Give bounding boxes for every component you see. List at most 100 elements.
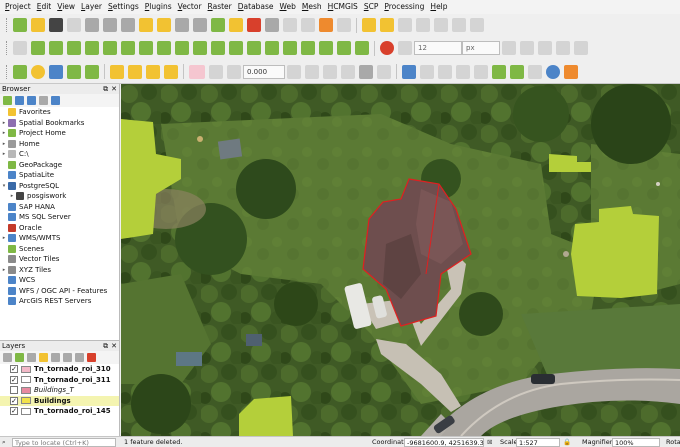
- label-rotate-icon[interactable]: [434, 18, 448, 32]
- layer-symbol-swatch[interactable]: [21, 397, 31, 405]
- scp-t2-icon[interactable]: [377, 64, 391, 79]
- add-vector-icon[interactable]: [31, 41, 45, 55]
- python-console-icon[interactable]: [13, 41, 27, 55]
- add-wms-icon[interactable]: [139, 41, 153, 55]
- snapping-options-icon[interactable]: [502, 41, 516, 55]
- select-feature-icon[interactable]: [103, 18, 117, 32]
- menu-project[interactable]: Project: [2, 0, 34, 14]
- paste-features-icon[interactable]: [301, 18, 315, 32]
- layer-row[interactable]: ✓ Buildings: [0, 395, 119, 406]
- scp-f-icon[interactable]: [341, 64, 355, 79]
- expand-all-icon[interactable]: [63, 353, 72, 362]
- layer-row[interactable]: ✓ Tn_tornado_roi_311: [0, 375, 119, 386]
- toolbar-handle[interactable]: [6, 41, 9, 55]
- float-panel-icon[interactable]: ⧉: [103, 84, 108, 94]
- browser-item[interactable]: WCS: [0, 275, 119, 286]
- collapse-all-icon[interactable]: [39, 96, 48, 105]
- expand-arrow-icon[interactable]: ▸: [0, 128, 8, 139]
- browser-item[interactable]: ▸ Project Home: [0, 128, 119, 139]
- remove-layer-icon[interactable]: [87, 353, 96, 362]
- add-xyz-icon[interactable]: [193, 41, 207, 55]
- menu-scp[interactable]: SCP: [361, 0, 382, 14]
- pan-icon[interactable]: [67, 64, 81, 79]
- add-postgis-icon[interactable]: [121, 41, 135, 55]
- zoom-out-icon[interactable]: [49, 64, 63, 79]
- zoom-in-icon[interactable]: [31, 64, 45, 79]
- edit-pencil-icon[interactable]: [139, 18, 153, 32]
- add-virtual-layer-icon[interactable]: [211, 41, 225, 55]
- advanced-digitizing-icon[interactable]: [574, 41, 588, 55]
- tracing-icon[interactable]: [520, 41, 534, 55]
- label-show-icon[interactable]: [398, 18, 412, 32]
- deselect-icon[interactable]: [146, 64, 160, 79]
- digitize-icon[interactable]: [175, 18, 189, 32]
- scp-band-set-icon[interactable]: [13, 64, 27, 79]
- new-geopackage-icon[interactable]: [265, 41, 279, 55]
- save-edits-icon[interactable]: [229, 18, 243, 32]
- scp-sampling-icon[interactable]: [402, 64, 416, 79]
- menu-web[interactable]: Web: [277, 0, 299, 14]
- number-input[interactable]: 0.000: [243, 64, 285, 79]
- new-mesh-icon[interactable]: [355, 41, 369, 55]
- coordinate-field[interactable]: -9681600.9, 4251639.3: [404, 438, 484, 447]
- manage-map-themes-icon[interactable]: [27, 353, 36, 362]
- menu-help[interactable]: Help: [427, 0, 450, 14]
- scp-point-icon[interactable]: [510, 64, 524, 79]
- layer-symbol-swatch[interactable]: [21, 376, 31, 384]
- expand-arrow-icon[interactable]: ▸: [0, 118, 8, 129]
- info-icon[interactable]: [546, 64, 560, 79]
- layer-symbol-swatch[interactable]: [21, 407, 31, 415]
- open-styling-icon[interactable]: [3, 353, 12, 362]
- vertex-tool-icon[interactable]: [193, 18, 207, 32]
- cut-features-icon[interactable]: [265, 18, 279, 32]
- browser-item[interactable]: ▾ PostgreSQL: [0, 181, 119, 192]
- browser-item[interactable]: Oracle: [0, 223, 119, 234]
- float-panel-icon[interactable]: ⧉: [103, 341, 108, 351]
- label-tool-icon[interactable]: [362, 18, 376, 32]
- self-snapping-icon[interactable]: [556, 41, 570, 55]
- properties-icon[interactable]: [51, 96, 60, 105]
- browser-item[interactable]: Scenes: [0, 244, 119, 255]
- label-change-icon[interactable]: [452, 18, 466, 32]
- label-move-icon[interactable]: [416, 18, 430, 32]
- expand-arrow-icon[interactable]: ▸: [0, 139, 8, 150]
- menu-processing[interactable]: Processing: [381, 0, 427, 14]
- layer-symbol-swatch[interactable]: [21, 365, 31, 373]
- filter-legend-icon[interactable]: [39, 353, 48, 362]
- layer-row[interactable]: ✓ Tn_tornado_roi_145: [0, 406, 119, 417]
- collapse-all-layers-icon[interactable]: [75, 353, 84, 362]
- menu-mesh[interactable]: Mesh: [299, 0, 325, 14]
- menu-plugins[interactable]: Plugins: [142, 0, 175, 14]
- scp-ad-icon[interactable]: [287, 64, 301, 79]
- add-polygon-icon[interactable]: [211, 18, 225, 32]
- menu-hcmgis[interactable]: HCMGIS: [325, 0, 361, 14]
- filter-expression-icon[interactable]: [51, 353, 60, 362]
- scale-combo[interactable]: 1:527: [516, 438, 560, 447]
- scp-classify-icon[interactable]: [492, 64, 506, 79]
- select-by-expression-icon[interactable]: [128, 64, 142, 79]
- scp-ad3-icon[interactable]: [323, 64, 337, 79]
- redo-icon[interactable]: [337, 18, 351, 32]
- menu-vector[interactable]: Vector: [175, 0, 205, 14]
- browser-item[interactable]: ▸ Spatial Bookmarks: [0, 118, 119, 129]
- zoom-full-icon[interactable]: [85, 64, 99, 79]
- identify-icon[interactable]: [121, 18, 135, 32]
- layer-row[interactable]: Buildings_T: [0, 385, 119, 396]
- toolbar-handle[interactable]: [6, 64, 9, 79]
- menu-database[interactable]: Database: [235, 0, 277, 14]
- copy-features-icon[interactable]: [283, 18, 297, 32]
- menu-layer[interactable]: Layer: [78, 0, 105, 14]
- snapping-mode-icon[interactable]: [398, 41, 412, 55]
- measure-icon[interactable]: [85, 18, 99, 32]
- attribute-table-icon[interactable]: [67, 18, 81, 32]
- unit-select[interactable]: px: [462, 41, 500, 55]
- locator-search-input[interactable]: Type to locate (Ctrl+K): [12, 438, 116, 447]
- menu-edit[interactable]: Edit: [34, 0, 55, 14]
- browser-item[interactable]: GeoPackage: [0, 160, 119, 171]
- browser-item[interactable]: ▸ XYZ Tiles: [0, 265, 119, 276]
- browser-item[interactable]: WFS / OGC API - Features: [0, 286, 119, 297]
- menu-raster[interactable]: Raster: [205, 0, 235, 14]
- open-project-icon[interactable]: [31, 18, 45, 32]
- expand-arrow-icon[interactable]: ▸: [0, 233, 8, 244]
- refresh-icon[interactable]: [15, 96, 24, 105]
